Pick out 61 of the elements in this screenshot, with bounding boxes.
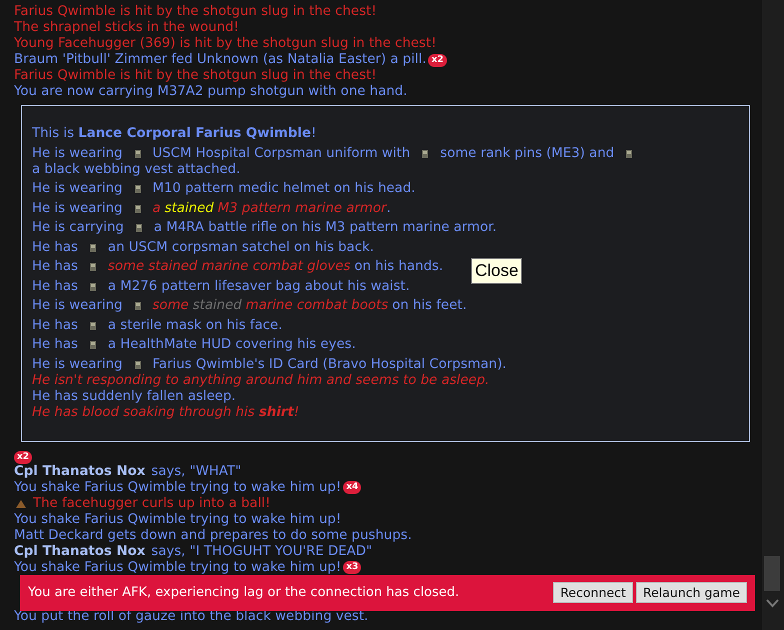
chat-message: You are now carrying M37A2 pump shotgun with one hand. — [14, 84, 408, 100]
chat-message: says, "WHAT" — [151, 464, 242, 480]
examine-text: some rank pins (ME3) and — [440, 146, 614, 162]
chat-message: Young Facehugger (369) is hit by the shotgun slug in the chest! — [14, 36, 436, 52]
examine-text: He has — [32, 318, 78, 334]
examine-text: He is wearing — [32, 200, 122, 216]
chat-message: You shake Farius Qwimble trying to wake him up! — [14, 512, 342, 528]
item-description: He has blood soaking through his shirt! — [32, 404, 300, 420]
speaker-name: Cpl Thanatos Nox — [14, 464, 146, 480]
item-description: He isn't responding to anything around him and seems to be asleep. — [32, 372, 490, 388]
item-description: a — [152, 200, 161, 216]
item-description: some stained marine combat gloves — [108, 259, 350, 275]
repeat-count-badge: x4 — [343, 481, 362, 494]
examine-text: on his hands. — [354, 259, 444, 275]
banner-message: You are either AFK, experiencing lag or the connection has closed. — [28, 585, 460, 600]
examine-text: . — [386, 200, 391, 216]
chat-message: The facehugger curls up into a ball! — [33, 496, 270, 512]
chat-message: Farius Qwimble is hit by the shotgun slug in the chest! — [14, 68, 377, 84]
examine-text: Farius Qwimble's ID Card (Bravo Hospital Corpsman). — [152, 356, 506, 372]
banner-button[interactable]: Relaunch game — [636, 582, 747, 603]
examine-text: He is carrying — [32, 220, 124, 236]
chat-message: You shake Farius Qwimble trying to wake him up! — [14, 480, 342, 496]
close-tooltip: Close — [471, 258, 522, 284]
chevron-down-icon[interactable] — [766, 598, 779, 608]
examine-text: He has — [32, 240, 78, 256]
examine-text: a black webbing vest attached. — [32, 162, 240, 178]
examine-text: a M4RA battle rifle on his M3 pattern marine armor. — [154, 220, 497, 236]
examine-text: USCM Hospital Corpsman uniform with — [152, 146, 410, 162]
scrollbar[interactable] — [762, 0, 784, 630]
chat-message: Farius Qwimble is hit by the shotgun slug in the chest! — [14, 4, 377, 20]
examine-text: He is wearing — [32, 298, 122, 314]
stain-text: stained — [192, 298, 242, 314]
chat-message: The shrapnel sticks in the wound! — [14, 20, 239, 36]
chat-message: Braum 'Pitbull' Zimmer fed Unknown (as Natalia Easter) a pill. — [14, 52, 426, 68]
examine-text: He has — [32, 337, 78, 353]
item-description: some — [152, 298, 189, 314]
examine-text: He is wearing — [32, 356, 122, 372]
chat-message: You shake Farius Qwimble trying to wake him up! — [14, 560, 342, 576]
scrollbar-thumb[interactable] — [764, 556, 780, 591]
examine-text: M10 pattern medic helmet on his head. — [152, 181, 416, 197]
chat-message: says, "I THOGUHT YOU'RE DEAD" — [151, 544, 372, 560]
stain-text: stained — [164, 200, 214, 216]
examine-text: He has suddenly fallen asleep. — [32, 388, 237, 404]
chat-message: Matt Deckard gets down and prepares to do some pushups. — [14, 528, 412, 544]
repeat-count-badge: x2 — [428, 54, 447, 66]
speaker-name: Cpl Thanatos Nox — [14, 544, 146, 560]
repeat-count-badge: x3 — [343, 561, 362, 574]
examine-text: He has — [32, 278, 78, 294]
examine-text: an USCM corpsman satchel on his back. — [108, 240, 374, 256]
examine-text: a M276 pattern lifesaver bag about his waist. — [108, 278, 410, 294]
item-description: M3 pattern marine armor — [218, 200, 386, 216]
examine-text: on his feet. — [392, 298, 467, 314]
examine-text: He is wearing — [32, 146, 122, 162]
examine-text: a sterile mask on his face. — [108, 318, 282, 334]
examine-text: This is Lance Corporal Farius Qwimble! — [32, 126, 316, 142]
banner-button[interactable]: Reconnect — [553, 582, 633, 603]
examine-text: He has — [32, 259, 78, 275]
examine-text: He is wearing — [32, 181, 122, 197]
item-description: marine combat boots — [246, 298, 388, 314]
repeat-count-badge: x2 — [14, 450, 32, 464]
examine-text: a HealthMate HUD covering his eyes. — [108, 337, 356, 353]
